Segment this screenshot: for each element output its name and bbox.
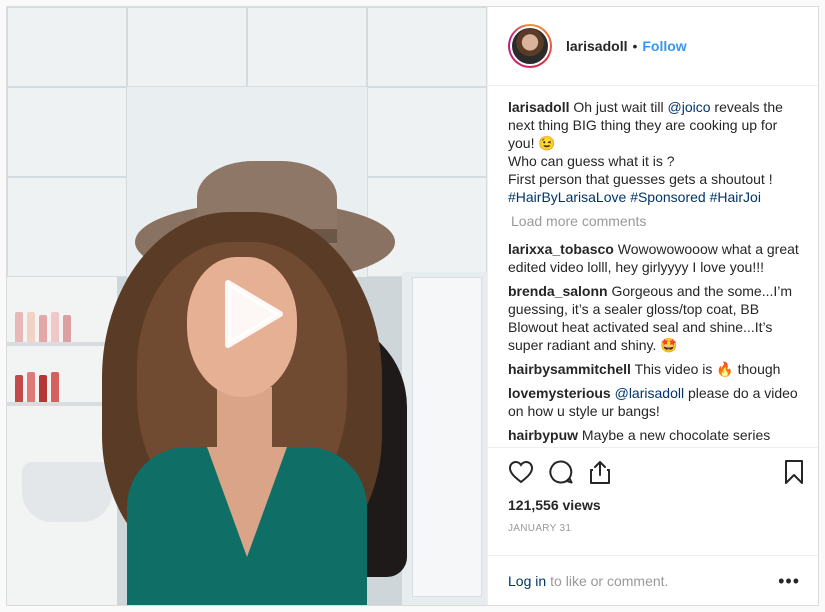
heart-icon xyxy=(508,460,534,483)
login-prompt-text: to like or comment. xyxy=(550,572,669,589)
share-button[interactable] xyxy=(588,452,628,492)
hashtag-link[interactable]: #HairJoi xyxy=(710,189,761,205)
follow-button[interactable]: Follow xyxy=(642,38,686,54)
post-side-panel: larisadoll • Follow larisadoll Oh just w… xyxy=(487,7,818,605)
comment-text-after: though xyxy=(737,361,781,377)
comment-item: larixxa_tobasco Wowowowooow what a great… xyxy=(508,240,802,276)
login-prompt: Log in to like or comment. ••• xyxy=(488,555,818,605)
comment-mention-link[interactable]: @larisadoll xyxy=(615,385,684,401)
caption-username[interactable]: larisadoll xyxy=(508,99,569,115)
login-link[interactable]: Log in xyxy=(508,573,546,589)
comment-username[interactable]: hairbysammitchell xyxy=(508,361,631,377)
separator-dot: • xyxy=(632,38,638,54)
fire-emoji: 🔥 xyxy=(716,361,734,377)
load-more-comments-button[interactable]: Load more comments xyxy=(511,212,802,230)
comments-list: larisadoll Oh just wait till @joico reve… xyxy=(488,86,818,447)
comment-username[interactable]: lovemysterious xyxy=(508,385,611,401)
like-button[interactable] xyxy=(508,452,548,492)
save-button[interactable] xyxy=(774,452,804,492)
caption-line-2: Who can guess what it is ? xyxy=(508,153,675,169)
comment-item: lovemysterious @larisadoll please do a v… xyxy=(508,384,802,420)
action-bar xyxy=(488,447,818,495)
hashtag-link[interactable]: #Sponsored xyxy=(630,189,706,205)
play-icon[interactable] xyxy=(210,275,288,353)
bookmark-icon xyxy=(785,459,803,484)
star-struck-emoji: 🤩 xyxy=(660,337,678,353)
avatar[interactable] xyxy=(510,26,550,66)
video-player[interactable] xyxy=(7,7,487,605)
hashtag-link[interactable]: #HairByLarisaLove xyxy=(508,189,626,205)
comment-username[interactable]: brenda_salonn xyxy=(508,283,608,299)
caption-line-3: First person that guesses gets a shoutou… xyxy=(508,171,773,187)
view-count[interactable]: 121,556 views xyxy=(488,495,818,519)
post-date[interactable]: JANUARY 31 xyxy=(488,519,818,555)
wink-emoji: 😉 xyxy=(538,135,556,151)
comment-bubble-icon xyxy=(549,459,573,483)
header-username[interactable]: larisadoll xyxy=(566,38,627,54)
more-options-button[interactable]: ••• xyxy=(778,572,800,590)
comment-item: brenda_salonn Gorgeous and the some...I’… xyxy=(508,282,802,354)
caption-text: Oh just wait till xyxy=(573,99,664,115)
comment-username[interactable]: larixxa_tobasco xyxy=(508,241,614,257)
caption-mention-link[interactable]: @joico xyxy=(668,99,711,115)
share-icon xyxy=(590,460,610,484)
caption: larisadoll Oh just wait till @joico reve… xyxy=(508,98,802,206)
comment-text: Maybe a new chocolate series xyxy=(581,427,771,443)
story-ring[interactable] xyxy=(508,24,552,68)
comment-button[interactable] xyxy=(548,452,588,492)
instagram-post: larisadoll • Follow larisadoll Oh just w… xyxy=(6,6,819,606)
comment-item: hairbypuw Maybe a new chocolate series xyxy=(508,426,802,444)
comment-text: This video is xyxy=(634,361,713,377)
comment-username[interactable]: hairbypuw xyxy=(508,427,578,443)
post-header: larisadoll • Follow xyxy=(488,7,818,86)
comment-item: hairbysammitchell This video is 🔥 though xyxy=(508,360,802,378)
